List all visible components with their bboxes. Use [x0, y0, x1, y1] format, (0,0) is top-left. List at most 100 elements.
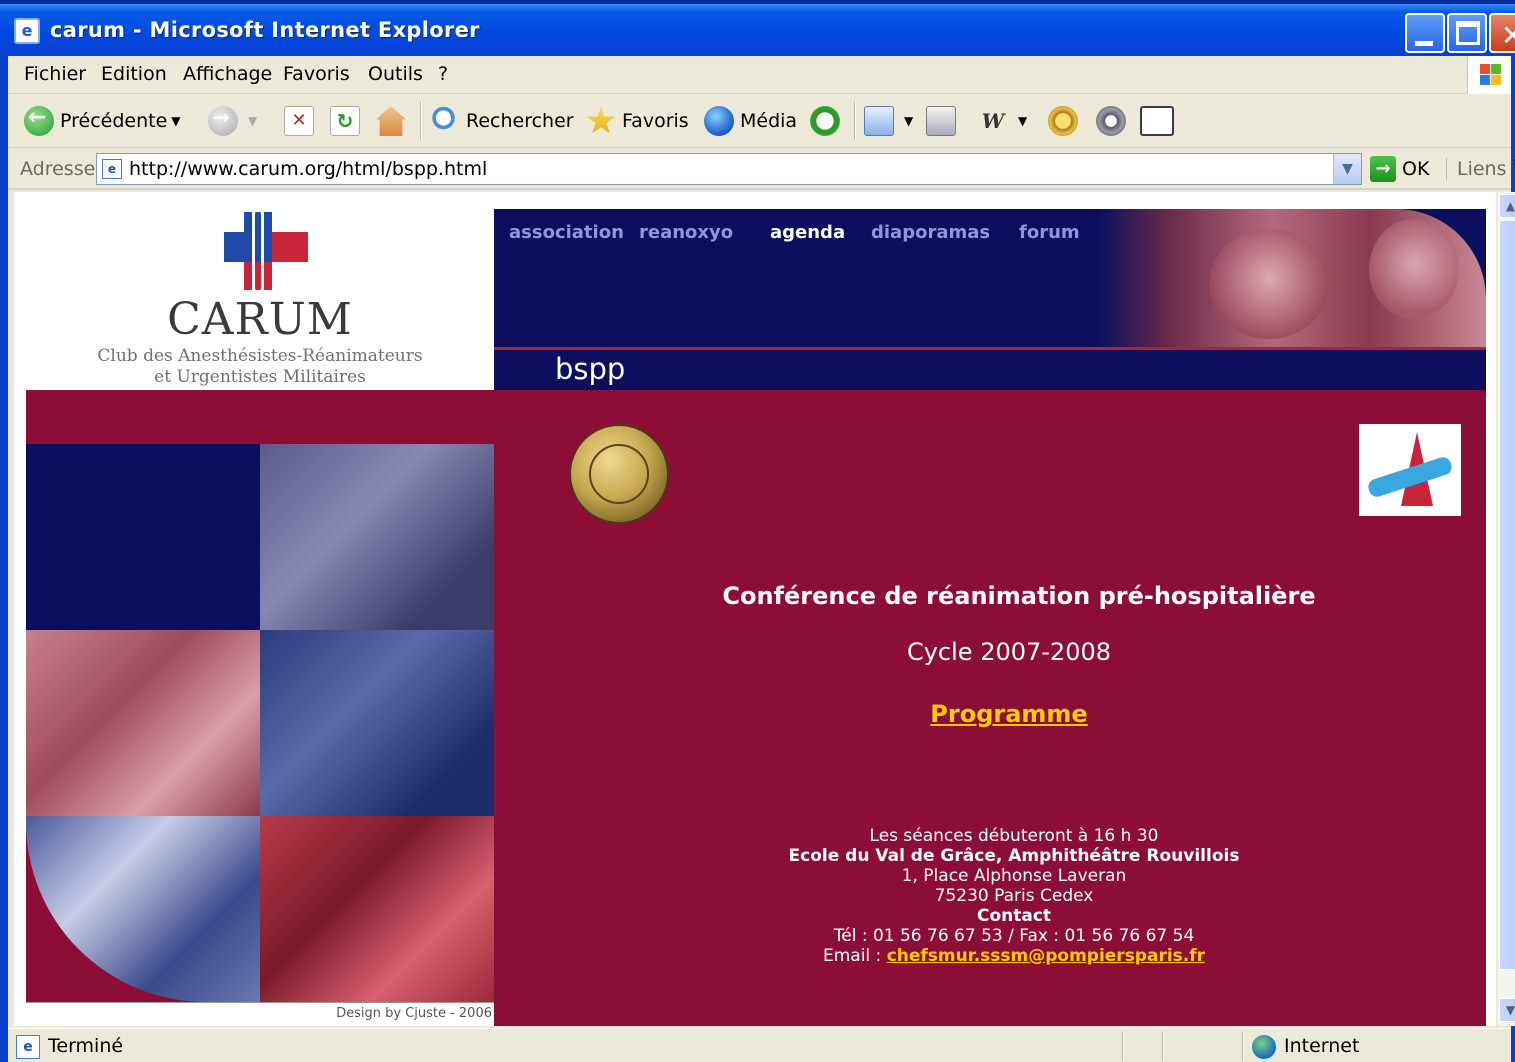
header-photo — [1099, 209, 1486, 349]
go-button[interactable]: → OK — [1370, 156, 1429, 182]
collage-footer: Design by Cjuste - 2006 — [26, 1002, 494, 1026]
start-time: Les séances débuteront à 16 h 30 — [869, 826, 1159, 846]
print-button[interactable] — [926, 103, 962, 139]
close-button[interactable]: ✕ — [1489, 13, 1515, 53]
nav-diaporamas[interactable]: diaporamas — [871, 222, 990, 243]
nav-agenda[interactable]: agenda — [770, 222, 845, 243]
settings-icon — [1096, 106, 1126, 136]
page-icon: e — [102, 159, 122, 179]
design-credit: Design by Cjuste - 2006 — [336, 1006, 492, 1021]
scroll-up-button[interactable]: ▲ — [1499, 194, 1515, 218]
medal-inner — [589, 444, 649, 504]
nav-reanoxyo[interactable]: reanoxyo — [639, 222, 733, 243]
word-icon: W — [981, 109, 1005, 133]
bspp-logo[interactable] — [1359, 424, 1461, 516]
menu-help[interactable]: ? — [438, 63, 448, 85]
back-button[interactable]: Précédente ▼ — [24, 103, 181, 139]
email-line: Email : chefsmur.sssm@pompiersparis.fr — [494, 946, 1496, 966]
maximize-button[interactable] — [1447, 13, 1487, 53]
section-title: bspp — [555, 352, 626, 386]
collage-photo-surgery — [26, 630, 260, 816]
go-label: OK — [1402, 158, 1430, 180]
menu-bar: Fichier Edition Affichage Favoris Outils… — [8, 56, 1511, 94]
venue: Ecole du Val de Grâce, Amphithéâtre Rouv… — [788, 846, 1240, 866]
vertical-scrollbar[interactable]: ▲ ▼ — [1498, 192, 1515, 1026]
address-label: Adresse — [20, 158, 96, 180]
menu-edition[interactable]: Edition — [101, 63, 167, 85]
stop-button[interactable]: ✕ — [284, 103, 320, 139]
links-button[interactable]: Liens — [1446, 158, 1507, 180]
section-band — [494, 350, 1486, 390]
mail-icon — [864, 106, 894, 136]
back-label: Précédente — [60, 110, 168, 132]
discuss-button[interactable] — [1140, 103, 1180, 139]
title-bar[interactable]: e carum - Microsoft Internet Explorer ✕ — [0, 0, 1515, 56]
edit-icon — [1140, 106, 1174, 136]
address-bar: Adresse e http://www.carum.org/html/bspp… — [8, 148, 1515, 190]
print-icon — [926, 106, 956, 136]
media-button[interactable]: Média — [704, 103, 797, 139]
media-label: Média — [740, 110, 798, 132]
address-url[interactable]: http://www.carum.org/html/bspp.html — [129, 158, 487, 180]
chevron-down-icon[interactable]: ▼ — [171, 114, 180, 128]
email-label: Email : — [822, 946, 882, 966]
menu-outils[interactable]: Outils — [368, 63, 423, 85]
programme-link[interactable]: Programme — [494, 700, 1496, 728]
scroll-thumb[interactable] — [1499, 220, 1515, 970]
carum-logo[interactable]: CARUM Club des Anesthésistes-Réanimateur… — [26, 192, 494, 390]
collage-tile-navy — [26, 444, 260, 630]
menu-favoris[interactable]: Favoris — [283, 63, 350, 85]
edit-word-button[interactable]: W ▼ — [978, 103, 1027, 139]
medic-photo — [1369, 219, 1459, 319]
phone-fax: Tél : 01 56 76 67 53 / Fax : 01 56 76 67… — [833, 926, 1195, 946]
status-divider — [1162, 1031, 1164, 1061]
logo-subtitle: Club des Anesthésistes-Réanimateurs et U… — [26, 346, 494, 388]
scroll-down-button[interactable]: ▼ — [1499, 998, 1515, 1022]
favorites-button[interactable]: Favoris — [586, 103, 689, 139]
chevron-down-icon[interactable]: ▼ — [1018, 114, 1027, 128]
security-zone: Internet — [1284, 1035, 1360, 1057]
internet-globe-icon — [1252, 1035, 1276, 1059]
nav-forum[interactable]: forum — [1019, 222, 1080, 243]
search-button[interactable]: Rechercher — [430, 103, 574, 139]
logo-name: CARUM — [167, 294, 353, 345]
back-icon — [24, 105, 54, 136]
chevron-down-icon[interactable]: ▼ — [248, 114, 257, 128]
forward-icon — [208, 105, 238, 136]
browser-window: e carum - Microsoft Internet Explorer ✕ … — [0, 0, 1515, 1062]
caduceus-icon — [252, 208, 264, 294]
mail-button[interactable]: ▼ — [864, 103, 913, 139]
chevron-down-icon[interactable]: ▼ — [904, 114, 913, 128]
forward-button[interactable]: ▼ — [208, 103, 257, 139]
conference-title: Conférence de réanimation pré-hospitaliè… — [722, 582, 1316, 610]
nav-association[interactable]: association — [509, 222, 624, 243]
toolbar-separator — [854, 102, 856, 140]
media-icon — [704, 106, 734, 136]
messenger-button[interactable] — [1048, 103, 1084, 139]
address-line2: 75230 Paris Cedex — [934, 886, 1094, 906]
tools-button[interactable] — [1096, 103, 1132, 139]
go-arrow-icon: → — [1370, 156, 1396, 182]
address-input[interactable]: e http://www.carum.org/html/bspp.html ▼ — [96, 153, 1362, 185]
favorites-label: Favoris — [622, 110, 689, 132]
minimize-icon — [1415, 41, 1433, 46]
minimize-button[interactable] — [1405, 13, 1445, 53]
medal-icon — [569, 424, 669, 524]
menu-fichier[interactable]: Fichier — [24, 63, 86, 85]
status-divider — [1122, 1031, 1124, 1061]
search-label: Rechercher — [466, 110, 574, 132]
collage-photo-firefighters — [260, 444, 494, 630]
menu-affichage[interactable]: Affichage — [183, 63, 272, 85]
refresh-icon: ↻ — [330, 106, 360, 136]
home-button[interactable] — [376, 103, 412, 139]
windows-logo-icon — [1467, 56, 1511, 94]
home-icon — [376, 106, 406, 136]
collage-photo-ambulance — [26, 816, 260, 1002]
logo-subtitle-line2: et Urgentistes Militaires — [154, 367, 366, 387]
photo-collage — [26, 444, 494, 1002]
history-button[interactable] — [810, 103, 846, 139]
refresh-button[interactable]: ↻ — [330, 103, 366, 139]
email-link[interactable]: chefsmur.sssm@pompiersparis.fr — [887, 946, 1205, 966]
close-icon: ✕ — [1501, 19, 1515, 52]
chevron-down-icon[interactable]: ▼ — [1333, 154, 1361, 184]
